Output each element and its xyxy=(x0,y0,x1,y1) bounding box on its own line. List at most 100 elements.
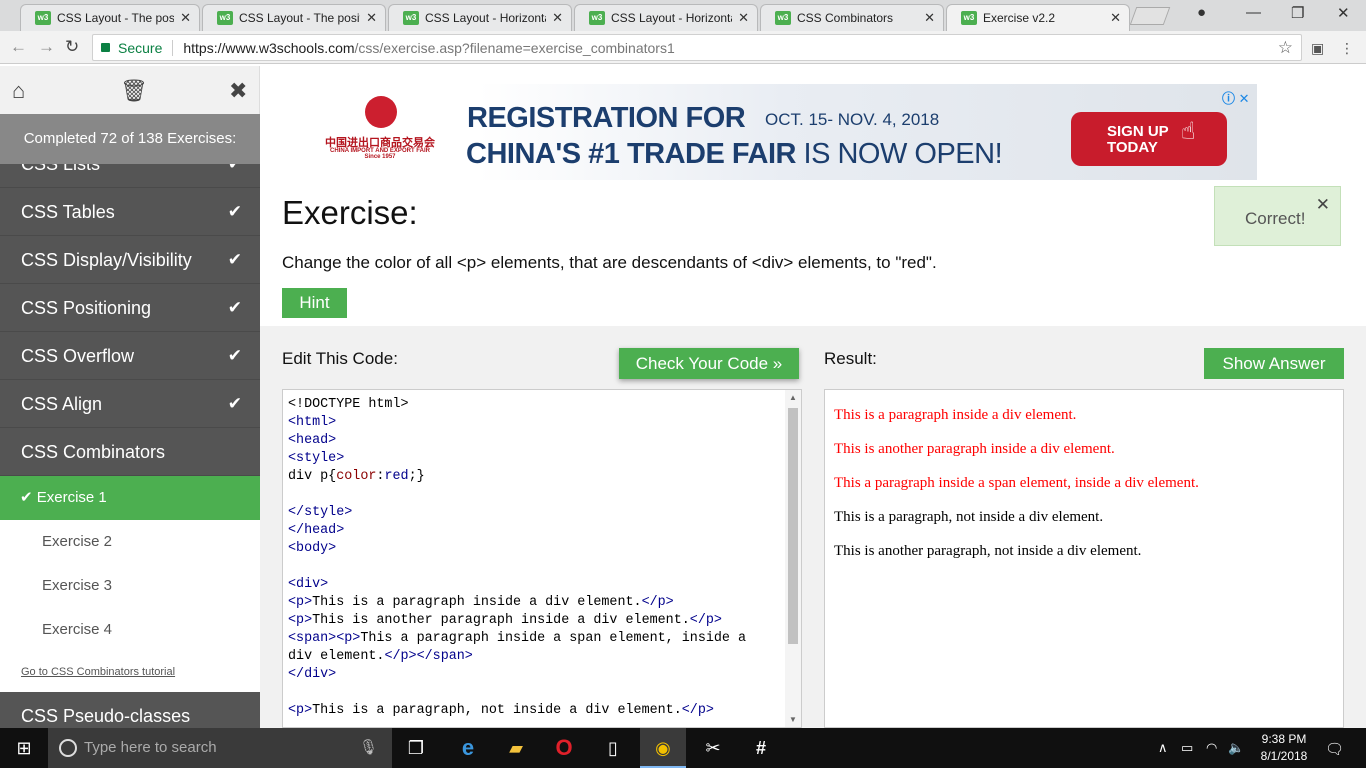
browser-tab[interactable]: w3CSS Layout - The positio✕ xyxy=(202,4,386,31)
edge-icon[interactable]: e xyxy=(456,736,480,760)
url-host: https://www.w3schools.com xyxy=(183,39,355,56)
close-icon[interactable]: ✖ xyxy=(229,78,247,104)
back-arrow-icon[interactable]: ← xyxy=(10,37,27,57)
progress-text: Completed 72 of 138 Exercises: xyxy=(0,114,260,164)
browser-tab-active[interactable]: w3 Exercise v2.2 ✕ xyxy=(946,4,1130,31)
sidebar-item[interactable]: CSS Display/Visibility ✔ xyxy=(0,236,260,284)
close-tab-icon[interactable]: ✕ xyxy=(924,10,935,26)
code-line: <html> xyxy=(288,415,337,430)
taskbar-search-input[interactable]: Type here to search 🎙 xyxy=(48,728,392,768)
opera-icon[interactable]: O xyxy=(552,736,576,760)
code-line: <p>This is a paragraph inside a div elem… xyxy=(288,595,674,610)
bookmark-star-icon[interactable]: ☆ xyxy=(1278,38,1293,58)
sidebar-list: CSS Lists✔ CSS Tables✔ CSS Display/Visib… xyxy=(0,140,260,728)
check-icon: ✔ xyxy=(227,298,242,317)
page-title: Exercise: xyxy=(282,194,418,231)
code-editor[interactable]: <!DOCTYPE html> <html> <head> <style> div p{… xyxy=(282,389,802,728)
forward-arrow-icon[interactable]: → xyxy=(38,37,55,57)
hint-button[interactable]: Hint xyxy=(282,288,347,318)
trash-icon[interactable]: 🗑 xyxy=(120,78,148,104)
browser-tab[interactable]: w3CSS Layout - The positio✕ xyxy=(20,4,200,31)
editor-scrollbar[interactable]: ▲ ▼ xyxy=(785,390,801,727)
result-paragraph: This a paragraph inside a span element, … xyxy=(834,475,1199,491)
task-view-icon[interactable]: ❐ xyxy=(404,736,428,760)
windows-taskbar: ⊞ Type here to search 🎙 ❐ e ▰ O ▯ ◉ ✂ # … xyxy=(0,728,1366,768)
code-line: <head> xyxy=(288,433,337,448)
home-icon[interactable]: ⌂ xyxy=(12,78,25,104)
ad-dates: OCT. 15- NOV. 4, 2018 xyxy=(765,110,940,129)
close-tab-icon[interactable]: ✕ xyxy=(1110,10,1121,26)
exercise-item[interactable]: Exercise 4 xyxy=(0,608,260,652)
scroll-up-icon[interactable]: ▲ xyxy=(789,393,797,402)
code-line: <p>This is another paragraph inside a di… xyxy=(288,613,722,628)
chrome-icon[interactable]: ◉ xyxy=(651,736,675,760)
sidebar-item-current[interactable]: CSS Combinators xyxy=(0,428,260,476)
menu-kebab-icon[interactable]: ⋮ xyxy=(1340,40,1354,57)
volume-icon[interactable]: 🔈 xyxy=(1228,740,1244,756)
close-window-icon[interactable]: ✕ xyxy=(1337,4,1350,22)
new-tab-button[interactable] xyxy=(1129,7,1171,25)
result-paragraph: This is a paragraph inside a div element… xyxy=(834,407,1077,423)
sidebar-item[interactable]: CSS Align ✔ xyxy=(0,380,260,428)
slack-icon[interactable]: # xyxy=(749,736,773,760)
exercise-item[interactable]: Exercise 3 xyxy=(0,564,260,608)
reload-icon[interactable]: ↻ xyxy=(65,37,79,57)
code-line: <span><p>This a paragraph inside a span … xyxy=(288,631,755,664)
sidebar-item[interactable]: CSS Tables ✔ xyxy=(0,188,260,236)
result-paragraph: This is another paragraph, not inside a … xyxy=(834,543,1142,559)
check-icon: ✔ xyxy=(227,394,242,413)
ad-org-name-en: CHINA IMPORT AND EXPORT FAIR Since 1957 xyxy=(330,148,430,160)
notification-center-icon[interactable]: 🗨 xyxy=(1325,740,1344,758)
exercise-item[interactable]: Exercise 2 xyxy=(0,520,260,564)
microphone-icon[interactable]: 🎙 xyxy=(359,728,378,768)
check-code-button[interactable]: Check Your Code » xyxy=(619,348,799,379)
scroll-thumb[interactable] xyxy=(788,408,798,644)
browser-tab[interactable]: w3 CSS Combinators ✕ xyxy=(760,4,944,31)
battery-icon[interactable]: ▭ xyxy=(1181,740,1193,756)
wifi-icon[interactable]: ◠ xyxy=(1206,740,1217,756)
sidebar-item[interactable]: CSS Overflow ✔ xyxy=(0,332,260,380)
notepad-icon[interactable]: ▯ xyxy=(601,736,625,760)
exercise-item-active[interactable]: ✔ Exercise 1 xyxy=(0,476,260,520)
tutorial-link[interactable]: Go to CSS Combinators tutorial xyxy=(0,652,260,692)
maximize-icon[interactable]: ❐ xyxy=(1291,4,1304,22)
profile-icon[interactable]: ● xyxy=(1197,4,1206,21)
scroll-down-icon[interactable]: ▼ xyxy=(789,715,797,724)
ad-headline: REGISTRATION FOR xyxy=(467,102,746,134)
result-paragraph: This is a paragraph, not inside a div el… xyxy=(834,509,1104,525)
check-icon: ✔ xyxy=(227,202,242,221)
close-tab-icon[interactable]: ✕ xyxy=(738,10,749,26)
close-tab-icon[interactable]: ✕ xyxy=(552,10,563,26)
canton-fair-logo-icon xyxy=(365,96,397,128)
minimize-icon[interactable]: — xyxy=(1246,4,1261,21)
close-tab-icon[interactable]: ✕ xyxy=(180,10,191,26)
close-tab-icon[interactable]: ✕ xyxy=(366,10,377,26)
file-explorer-icon[interactable]: ▰ xyxy=(504,736,528,760)
advertisement-banner[interactable]: 中国进出口商品交易会 CHINA IMPORT AND EXPORT FAIR S… xyxy=(307,84,1257,180)
browser-tab[interactable]: w3 CSS Layout - Horizontal ✕ xyxy=(574,4,758,31)
show-answer-button[interactable]: Show Answer xyxy=(1204,348,1344,379)
sidebar-toolbar: ⌂ 🗑 ✖ xyxy=(0,66,260,114)
close-icon[interactable]: ✕ xyxy=(1316,195,1330,215)
exercise-sidebar: ⌂ 🗑 ✖ Completed 72 of 138 Exercises: CSS… xyxy=(0,66,260,728)
system-clock[interactable]: 9:38 PM 8/1/2018 xyxy=(1254,731,1314,765)
snipping-tool-icon[interactable]: ✂ xyxy=(701,736,725,760)
lock-icon xyxy=(101,43,110,52)
url-input[interactable]: Secure https://www.w3schools.com/css/exe… xyxy=(92,34,1302,61)
result-label: Result: xyxy=(824,349,877,368)
extension-icon[interactable]: ▣ xyxy=(1311,40,1324,57)
code-line: </div> xyxy=(288,667,337,682)
sidebar-item-next[interactable]: CSS Pseudo-classes xyxy=(0,692,260,728)
ad-signup-button[interactable]: SIGN UP TODAY ☝ xyxy=(1071,112,1227,166)
ad-info-close-icon[interactable]: ⓘ ✕ xyxy=(1222,88,1250,107)
code-line: <p>This is a paragraph, not inside a div… xyxy=(288,703,714,718)
windows-start-icon[interactable]: ⊞ xyxy=(12,736,36,760)
exercise-prompt: Change the color of all <p> elements, th… xyxy=(282,253,937,272)
sidebar-item[interactable]: CSS Positioning ✔ xyxy=(0,284,260,332)
code-text[interactable]: <!DOCTYPE html> <html> <head> <style> div p{… xyxy=(288,396,778,720)
browser-tab[interactable]: w3 CSS Layout - Horizontal ✕ xyxy=(388,4,572,31)
tray-chevron-icon[interactable]: ∧ xyxy=(1158,740,1168,756)
